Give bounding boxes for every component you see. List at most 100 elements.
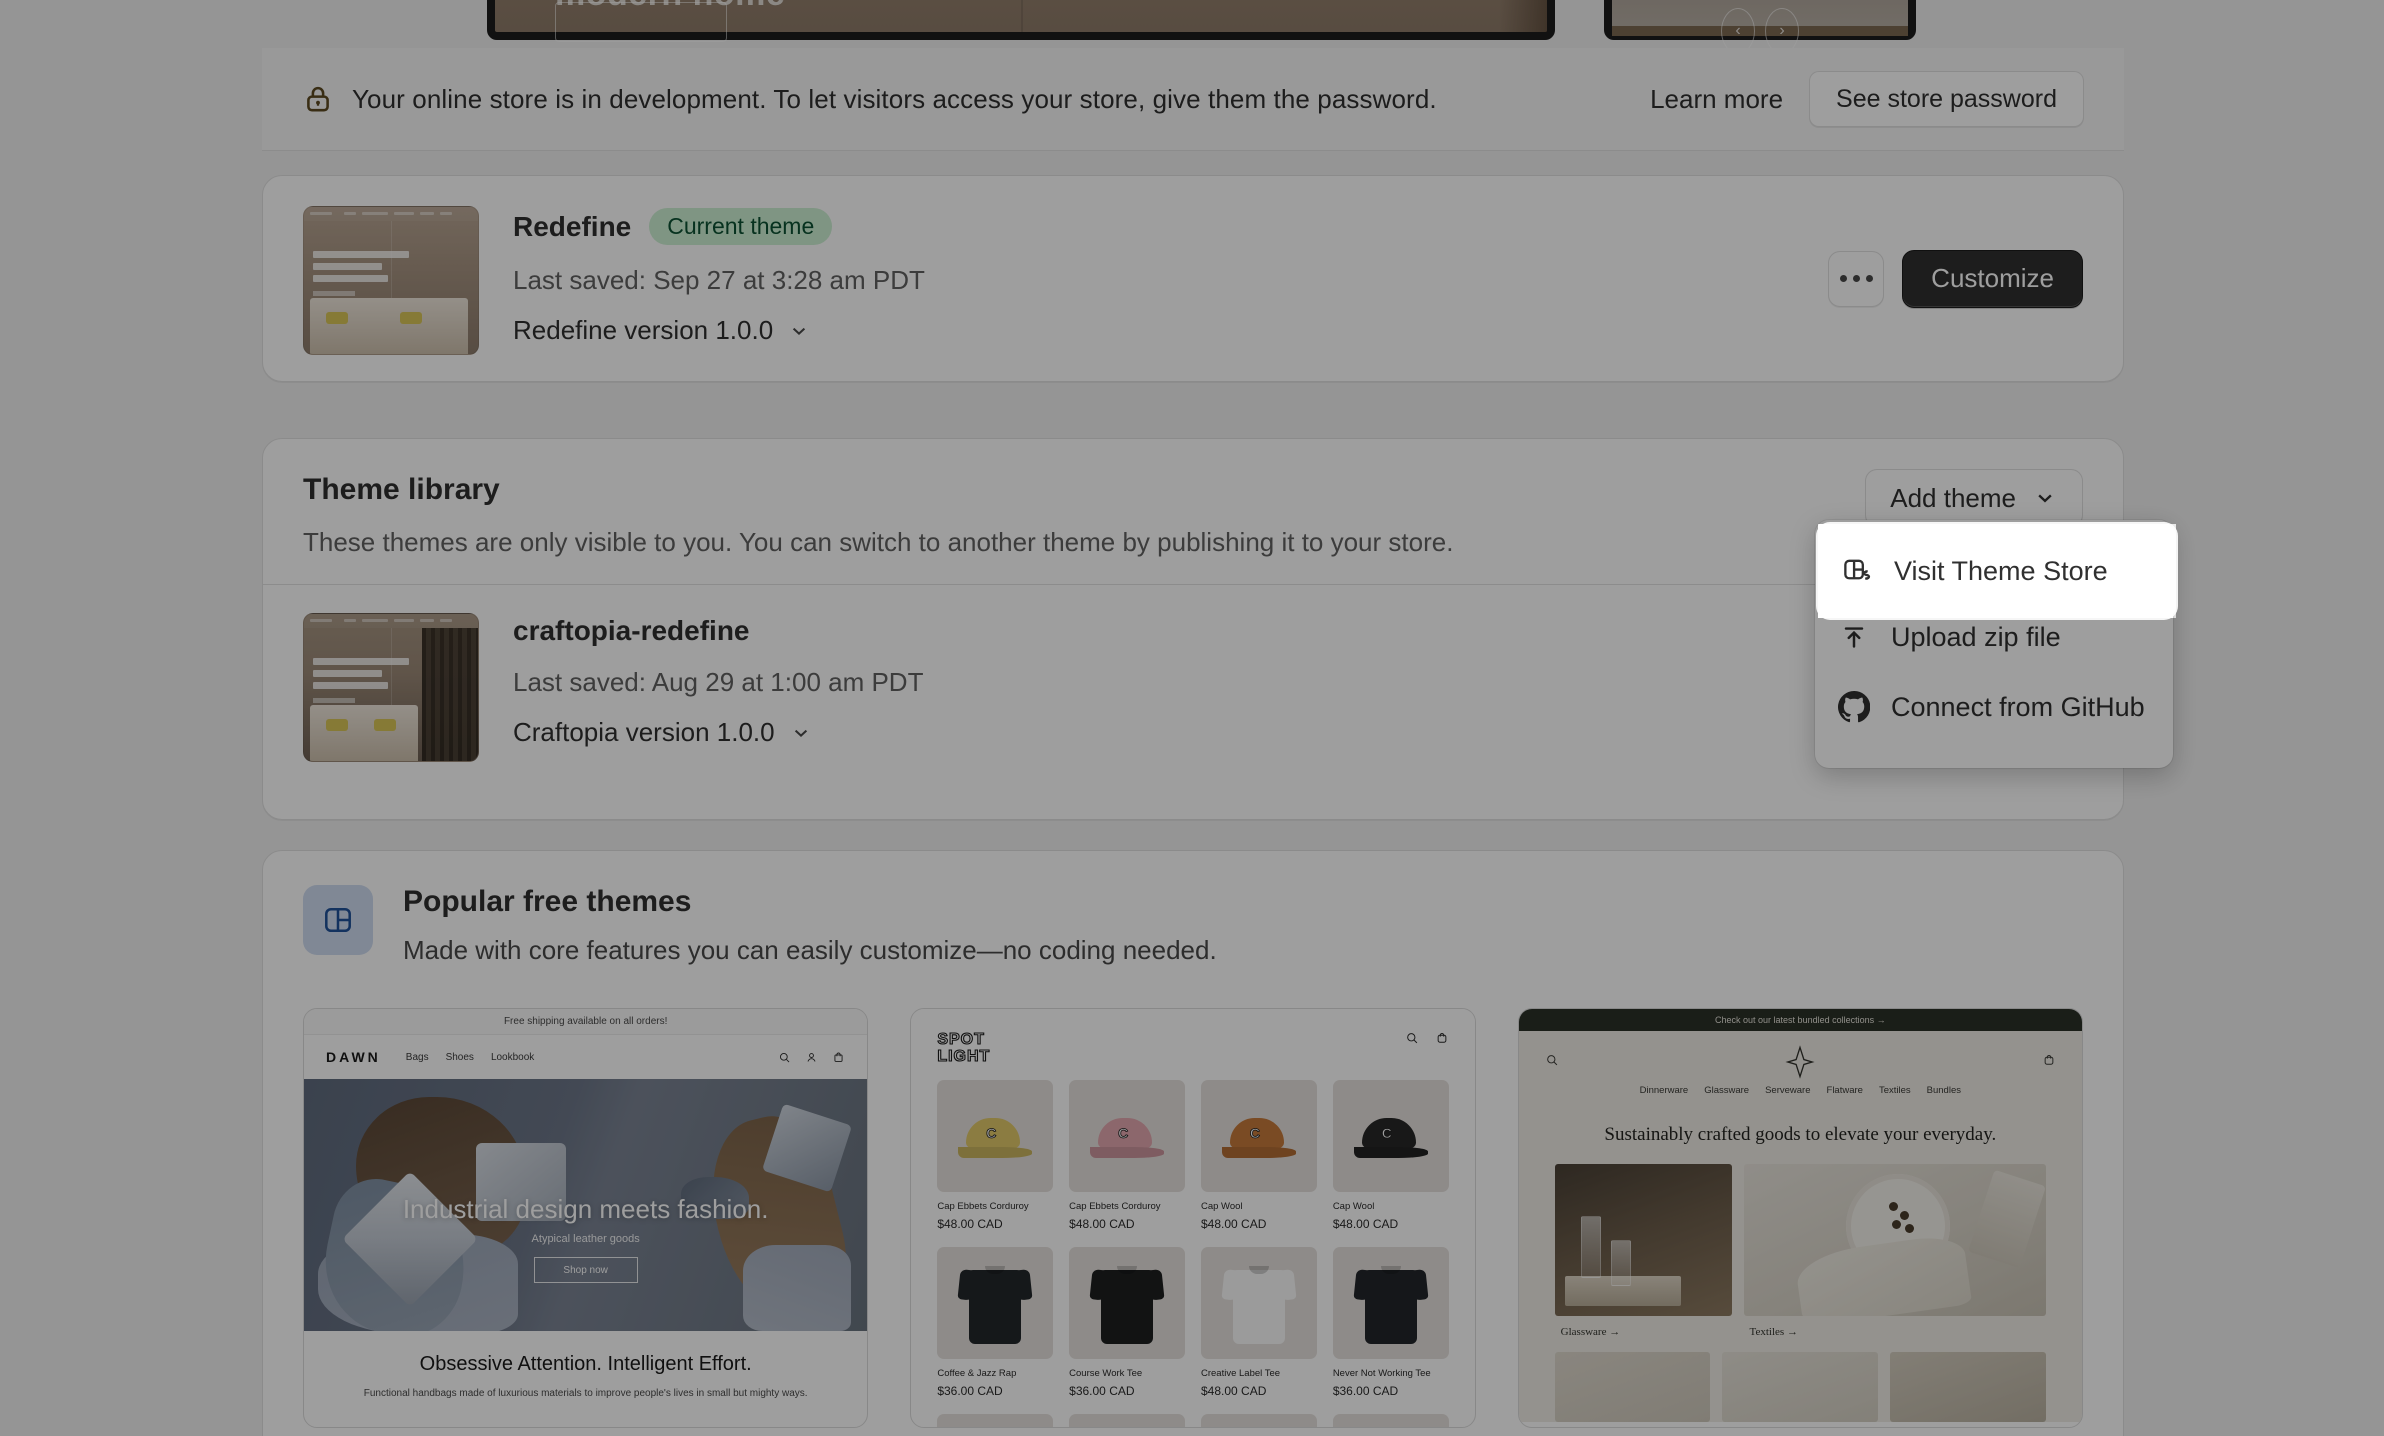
add-theme-button[interactable]: Add theme <box>1865 469 2083 527</box>
popular-title: Popular free themes <box>403 885 692 918</box>
spotlight-product: C Cap Ebbets Corduroy $48.00 CAD <box>937 1079 1054 1231</box>
thumb-nav <box>304 207 478 221</box>
thumb-caption <box>313 251 409 296</box>
see-store-password-button[interactable]: See store password <box>1809 71 2084 127</box>
theme-hero-preview-small: ‹ › <box>1604 0 1916 48</box>
screen: modern home ‹ › Your onli <box>0 0 2384 1436</box>
preview-edge-shade <box>1499 0 1547 32</box>
craftopia-tile-glassware: Glassware → <box>1554 1163 1732 1352</box>
craftopia-nav-link: Serveware <box>1765 1085 1811 1096</box>
popular-theme-grid: Free shipping available on all orders! D… <box>263 966 2123 1428</box>
spotlight-product-image: C <box>1332 1079 1449 1192</box>
theme-hero-preview-large: modern home <box>487 0 1555 42</box>
thumb-pillow <box>326 719 348 731</box>
cart-icon <box>2042 1053 2056 1072</box>
library-theme-last-saved: Last saved: Aug 29 at 1:00 am PDT <box>513 667 924 697</box>
dawn-nav-link: Lookbook <box>490 1051 535 1063</box>
spotlight-product <box>1200 1413 1317 1427</box>
craftopia-tile-textiles: Textiles → <box>1743 1163 2046 1352</box>
search-icon <box>1545 1053 1559 1072</box>
spotlight-product: Course Work Tee $36.00 CAD <box>1069 1246 1185 1398</box>
chevron-down-icon <box>794 729 807 737</box>
spotlight-product: Coffee & Jazz Rap $36.00 CAD <box>937 1246 1054 1398</box>
spotlight-product <box>1069 1413 1185 1427</box>
cap-graphic: C <box>958 1117 1033 1158</box>
current-theme-thumbnail[interactable] <box>303 206 479 355</box>
current-theme-version-select[interactable]: Redefine version 1.0.0 <box>513 315 925 346</box>
current-theme-card: Redefine Current theme Last saved: Sep 2… <box>262 175 2124 382</box>
theme-preview-dawn[interactable]: Free shipping available on all orders! D… <box>303 1008 869 1428</box>
tee-graphic <box>1089 1262 1165 1344</box>
dawn-hero-copy: Industrial design meets fashion. Atypica… <box>304 1194 867 1283</box>
current-theme-last-saved: Last saved: Sep 27 at 3:28 am PDT <box>513 265 925 296</box>
dawn-announcement-bar: Free shipping available on all orders! <box>304 1009 868 1035</box>
napkin <box>1793 1232 1973 1316</box>
tee-graphic <box>1353 1262 1429 1344</box>
library-theme-thumbnail[interactable] <box>303 613 479 762</box>
library-theme-title-row: craftopia-redefine <box>513 615 923 647</box>
craftopia-announcement-bar: Check out our latest bundled collections… <box>1518 1009 2082 1031</box>
banner-message: Your online store is in development. To … <box>352 83 1437 114</box>
food-garnish <box>1888 1201 1923 1236</box>
current-theme-title-row: Redefine Current theme <box>513 208 925 246</box>
spotlight-logo-line2: LIGHT <box>937 1048 991 1066</box>
carousel-prev-icon: ‹ <box>1721 8 1755 48</box>
cart-icon <box>834 1052 843 1062</box>
current-theme-row: Redefine Current theme Last saved: Sep 2… <box>263 176 2123 381</box>
thumb-pillow <box>400 312 422 324</box>
spotlight-product-image <box>1332 1246 1449 1359</box>
spotlight-product-image <box>1069 1246 1185 1359</box>
current-theme-badge: Current theme <box>649 208 833 246</box>
dawn-hero-heading: Industrial design meets fashion. <box>402 1194 769 1224</box>
github-icon <box>1837 690 1871 724</box>
craftopia-hero: Sustainably crafted goods to elevate you… <box>1518 1117 2082 1164</box>
spotlight-product-price: $48.00 CAD <box>937 1216 1003 1231</box>
thumb-bed <box>310 705 418 761</box>
spotlight-logo: SPOT LIGHT <box>937 1030 991 1066</box>
current-theme-more-actions-button[interactable] <box>1828 250 1885 307</box>
dawn-footer: Obsessive Attention. Intelligent Effort.… <box>304 1331 868 1399</box>
spotlight-header: SPOT LIGHT <box>911 1009 1475 1066</box>
learn-more-link[interactable]: Learn more <box>1650 84 1783 115</box>
cap-graphic: C <box>1353 1117 1428 1158</box>
library-theme-version-select[interactable]: Craftopia version 1.0.0 <box>513 717 923 748</box>
themes-page: modern home ‹ › Your onli <box>0 0 2384 1436</box>
spotlight-header-icons <box>1405 1031 1449 1045</box>
library-theme-name: craftopia-redefine <box>513 615 750 646</box>
current-theme-actions: Customize <box>1828 249 2083 308</box>
spotlight-product <box>1332 1413 1449 1427</box>
menu-item-label: Connect from GitHub <box>1891 691 2145 722</box>
upload-icon <box>1837 620 1871 654</box>
spotlight-product-price: $48.00 CAD <box>1200 1383 1267 1398</box>
theme-store-icon <box>1840 554 1874 588</box>
theme-block-icon <box>303 885 373 955</box>
theme-preview-spotlight[interactable]: SPOT LIGHT C Cap Ebbets Corduroy $48.00 CA… <box>910 1008 1476 1428</box>
thumb-pillow <box>326 312 348 324</box>
cart-icon <box>1437 1033 1446 1043</box>
craftopia-nav-link: Glassware <box>1704 1085 1750 1096</box>
popular-text: Popular free themes Made with core featu… <box>403 885 1217 966</box>
craftopia-tile-label: Textiles → <box>1749 1325 1798 1338</box>
wall-seam <box>1021 0 1023 32</box>
spotlight-product-name: Never Not Working Tee <box>1332 1367 1431 1379</box>
overlay-right <box>2176 524 2384 618</box>
customize-button[interactable]: Customize <box>1902 249 2083 308</box>
spotlight-product-grid: C Cap Ebbets Corduroy $48.00 CAD C Cap Ebbet… <box>911 1066 1474 1427</box>
menu-item-visit-theme-store-active[interactable]: Visit Theme Store <box>1818 524 2176 618</box>
dawn-footer-heading: Obsessive Attention. Intelligent Effort. <box>419 1353 752 1375</box>
dawn-footer-text: Functional handbags made of luxurious ma… <box>363 1388 808 1399</box>
highlighted-menu-item-visit-theme-store[interactable]: Visit Theme Store <box>1818 524 2176 618</box>
menu-item-label: Visit Theme Store <box>1894 555 2108 586</box>
craftopia-nav-link: Flatware <box>1826 1085 1863 1096</box>
menu-item-connect-from-github[interactable]: Connect from GitHub <box>1815 672 2173 742</box>
glassware-image <box>1554 1163 1732 1316</box>
spotlight-product-image: C <box>1069 1079 1185 1192</box>
spotlight-product-image: C <box>1200 1079 1317 1192</box>
add-theme-label: Add theme <box>1890 482 2016 513</box>
spotlight-product-image <box>1200 1413 1317 1427</box>
spotlight-product-price: $48.00 CAD <box>1069 1216 1135 1231</box>
popular-free-themes-card: Popular free themes Made with core featu… <box>262 850 2124 1436</box>
spotlight-product: C Cap Wool $48.00 CAD <box>1332 1079 1449 1231</box>
theme-preview-craftopia[interactable]: Check out our latest bundled collections… <box>1517 1008 2083 1428</box>
spotlight-product-image <box>937 1246 1054 1359</box>
